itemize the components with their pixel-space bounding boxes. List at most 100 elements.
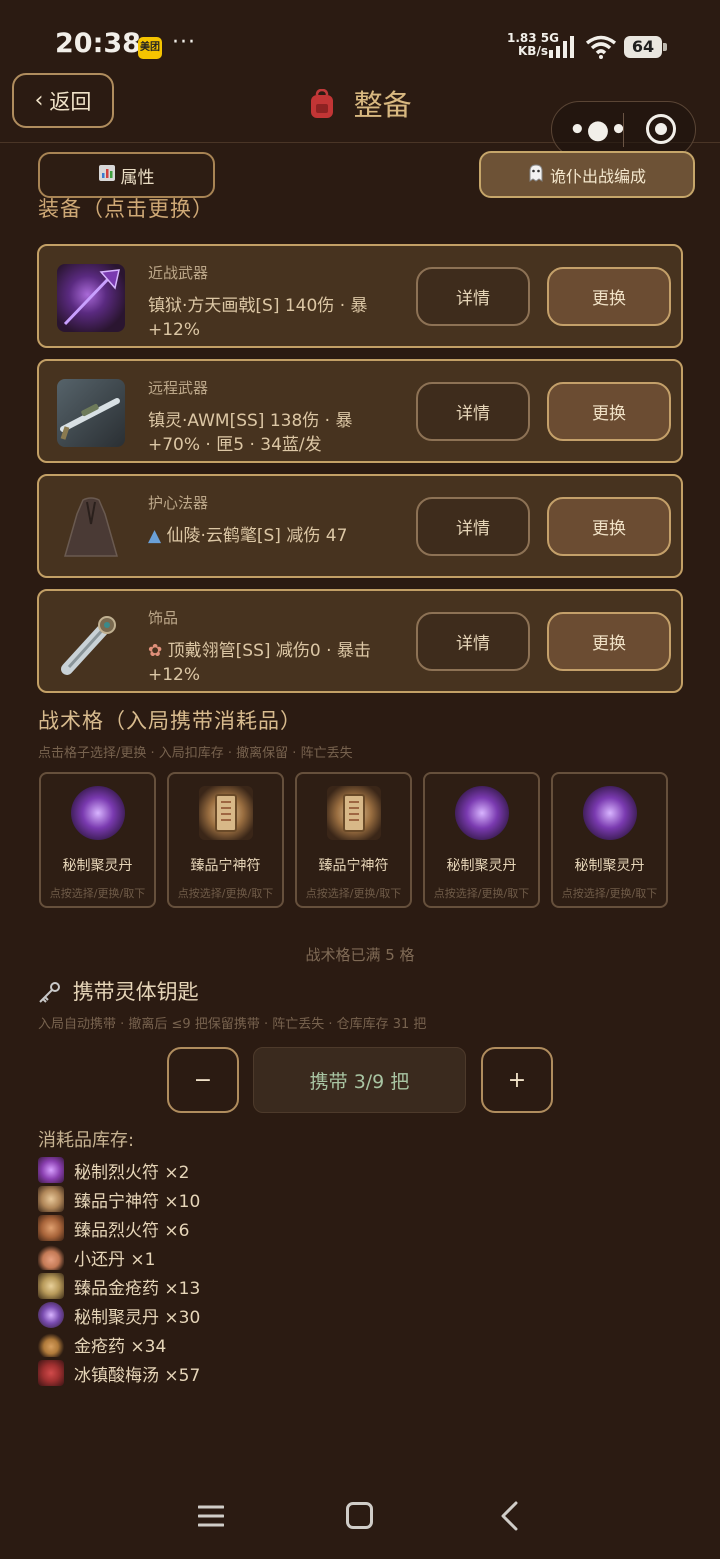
inventory-item-label: 金疮药 ×34 [74, 1336, 167, 1357]
talisman-icon [327, 786, 381, 840]
tactical-slot[interactable]: 臻品宁神符 点按选择/更换/取下 [295, 772, 412, 908]
inventory-item: 秘制聚灵丹 ×30 [38, 1301, 200, 1329]
wifi-icon [585, 35, 617, 59]
detail-button[interactable]: 详情 [416, 382, 530, 441]
home-nav-icon[interactable] [346, 1502, 373, 1529]
spirit-pill-icon [583, 786, 637, 840]
inventory-item: 小还丹 ×1 [38, 1243, 155, 1271]
tactical-full-notice: 战术格已满 5 格 [305, 946, 415, 964]
page-title-text: 整备 [353, 88, 412, 122]
close-miniprogram-icon[interactable] [646, 114, 676, 144]
equipment-card-melee[interactable]: 近战武器 镇狱·方天画戟[S] 140伤 · 暴+12% 详情 更换 [37, 244, 683, 348]
tactical-hint: 点击格子选择/更换 · 入局扣库存 · 撤离保留 · 阵亡丢失 [38, 746, 353, 761]
plum-drink-icon [38, 1360, 64, 1386]
ghost-icon [528, 163, 544, 186]
tactical-slot[interactable]: 秘制聚灵丹 点按选择/更换/取下 [551, 772, 668, 908]
inventory-item-label: 小还丹 ×1 [74, 1249, 156, 1270]
equipment-description-text: 顶戴翎管[SS] 减伤0 · 暴击+12% [148, 641, 371, 685]
inventory-item: 臻品金疮药 ×13 [38, 1272, 200, 1300]
battery-icon: 64 [624, 36, 662, 58]
inventory-item: 金疮药 ×34 [38, 1330, 166, 1358]
formation-button[interactable]: 诡仆出战编成 [479, 151, 695, 198]
key-section-title: 携带灵体钥匙 [38, 976, 199, 1006]
slot-item-name: 秘制聚灵丹 [574, 858, 645, 874]
inventory-title: 消耗品库存: [38, 1130, 135, 1151]
swap-button[interactable]: 更换 [547, 382, 671, 441]
inventory-item: 臻品烈火符 ×6 [38, 1214, 189, 1242]
slot-item-name: 秘制聚灵丹 [62, 858, 133, 874]
slot-item-name: 臻品宁神符 [190, 858, 261, 874]
net-speed-value: 1.83 [507, 31, 537, 45]
inventory-item-label: 秘制烈火符 ×2 [74, 1162, 190, 1183]
tactical-slot[interactable]: 秘制聚灵丹 点按选择/更换/取下 [39, 772, 156, 908]
spirit-pill-icon [71, 786, 125, 840]
slot-item-name: 臻品宁神符 [318, 858, 389, 874]
more-options-icon[interactable]: •●• [569, 115, 628, 145]
feather-tube-icon [57, 609, 125, 677]
inventory-item-label: 臻品烈火符 ×6 [74, 1220, 190, 1241]
status-time: 20:38 [55, 28, 141, 59]
slot-hint: 点按选择/更换/取下 [177, 887, 274, 900]
equipment-category: 近战武器 [148, 264, 209, 282]
talisman-icon [199, 786, 253, 840]
equipment-category: 远程武器 [148, 379, 209, 397]
key-hint: 入局自动携带 · 撤离后 ≤9 把保留携带 · 阵亡丢失 · 仓库库存 31 把 [38, 1017, 427, 1032]
equipment-card-accessory[interactable]: 饰品 ✿ 顶戴翎管[SS] 减伤0 · 暴击+12% 详情 更换 [37, 589, 683, 693]
equipment-description: ✿ 顶戴翎管[SS] 减伤0 · 暴击+12% [148, 639, 373, 687]
equipment-description: 镇灵·AWM[SS] 138伤 · 暴+70% · 匣5 · 34蓝/发 [148, 411, 353, 455]
slot-hint: 点按选择/更换/取下 [49, 887, 146, 900]
feather-icon: ✿ [148, 641, 163, 661]
slot-hint: 点按选择/更换/取下 [433, 887, 530, 900]
formation-label: 诡仆出战编成 [549, 166, 646, 186]
inventory-item-label: 臻品宁神符 ×10 [74, 1191, 201, 1212]
fire-talisman-icon [38, 1157, 64, 1183]
inventory-item: 冰镇酸梅汤 ×57 [38, 1359, 200, 1387]
detail-button[interactable]: 详情 [416, 497, 530, 556]
inventory-item: 臻品宁神符 ×10 [38, 1185, 200, 1213]
detail-button[interactable]: 详情 [416, 267, 530, 326]
equipment-description-text: 仙陵·云鹤氅[S] 减伤 47 [166, 526, 348, 546]
spirit-pill-icon [38, 1302, 64, 1328]
halberd-icon [57, 264, 125, 332]
equipment-card-ranged[interactable]: 远程武器 镇灵·AWM[SS] 138伤 · 暴+70% · 匣5 · 34蓝/… [37, 359, 683, 463]
tactical-slot[interactable]: 秘制聚灵丹 点按选择/更换/取下 [423, 772, 540, 908]
slot-hint: 点按选择/更换/取下 [561, 887, 658, 900]
attributes-label: 属性 [120, 167, 155, 188]
back-nav-icon[interactable] [498, 1500, 520, 1532]
decrease-key-button[interactable]: − [167, 1047, 239, 1113]
equipment-card-armor[interactable]: 护心法器 ▲ 仙陵·云鹤氅[S] 减伤 47 详情 更换 [37, 474, 683, 578]
cloak-icon [57, 494, 125, 562]
menu-nav-icon[interactable] [198, 1503, 224, 1529]
inventory-item-label: 臻品金疮药 ×13 [74, 1278, 201, 1299]
swap-button[interactable]: 更换 [547, 267, 671, 326]
battery-tip [663, 43, 667, 51]
slot-hint: 点按选择/更换/取下 [305, 887, 402, 900]
equipment-description: 镇狱·方天画戟[S] 140伤 · 暴+12% [148, 296, 368, 340]
swap-button[interactable]: 更换 [547, 612, 671, 671]
increase-key-button[interactable]: + [481, 1047, 553, 1113]
inventory-item: 秘制烈火符 ×2 [38, 1156, 189, 1184]
inventory-item-label: 冰镇酸梅汤 ×57 [74, 1365, 201, 1386]
key-title-text: 携带灵体钥匙 [72, 980, 199, 1004]
equipment-category: 饰品 [148, 609, 179, 627]
medicine-bottle-icon [38, 1331, 64, 1357]
equipment-section-title: 装备（点击更换） [38, 197, 214, 221]
equipment-description: ▲ 仙陵·云鹤氅[S] 减伤 47 [148, 524, 373, 548]
attributes-button[interactable]: 属性 [38, 152, 215, 198]
equipment-category: 护心法器 [148, 494, 209, 512]
inventory-item-label: 秘制聚灵丹 ×30 [74, 1307, 201, 1328]
meituan-app-icon: 美团 [138, 37, 162, 59]
status-more-icon: ··· [172, 30, 196, 55]
swap-button[interactable]: 更换 [547, 497, 671, 556]
key-carry-count: 携带 3/9 把 [253, 1047, 466, 1113]
bar-chart-icon [98, 164, 115, 186]
tactical-slot[interactable]: 臻品宁神符 点按选择/更换/取下 [167, 772, 284, 908]
sniper-rifle-icon [57, 379, 125, 447]
spirit-pill-icon [455, 786, 509, 840]
detail-button[interactable]: 详情 [416, 612, 530, 671]
signal-icon [549, 36, 574, 58]
capsule-divider [623, 113, 624, 147]
talisman-icon [38, 1186, 64, 1212]
key-icon [38, 980, 73, 1004]
tactical-section-title: 战术格（入局携带消耗品） [38, 709, 302, 733]
